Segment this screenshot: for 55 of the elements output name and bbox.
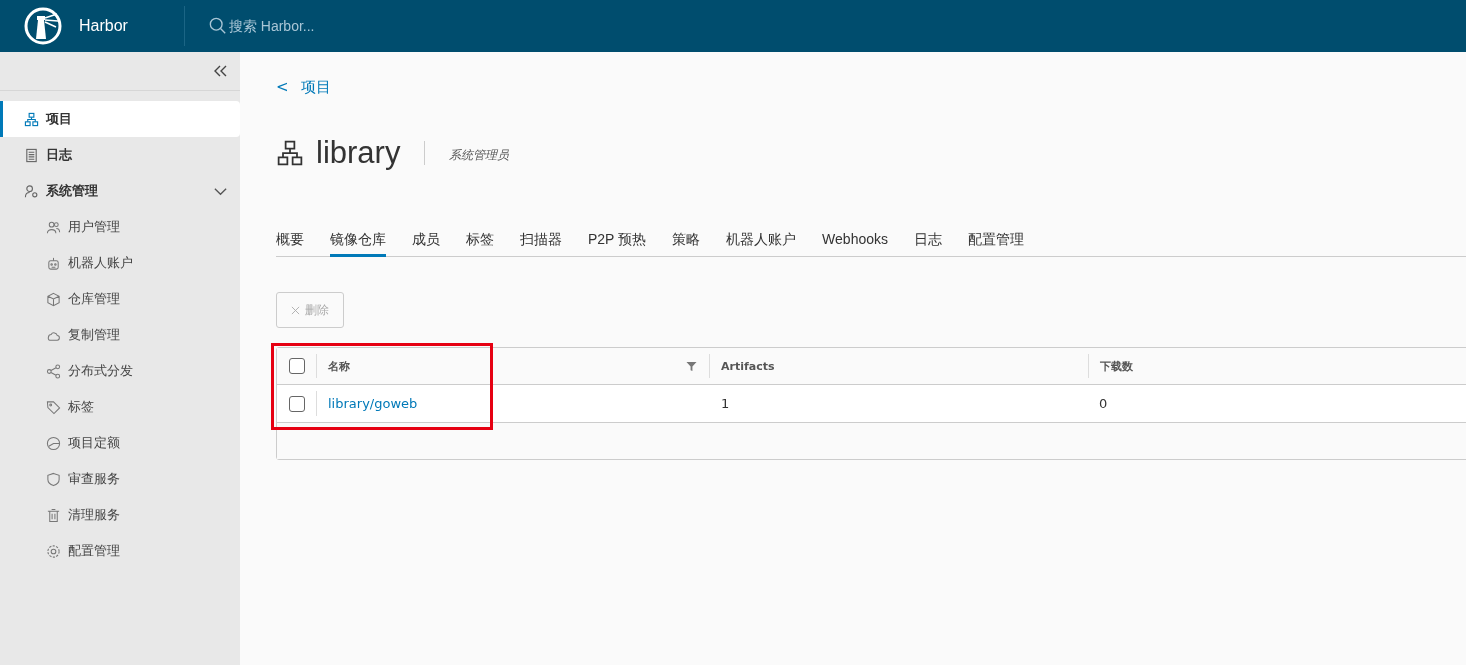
row-checkbox[interactable]	[288, 395, 305, 412]
sidebar-item[interactable]: 复制管理	[0, 317, 240, 353]
product-name[interactable]: Harbor	[79, 17, 128, 35]
back-link[interactable]: <	[276, 78, 289, 97]
cube-icon	[46, 291, 61, 307]
tab[interactable]: 概要	[276, 231, 304, 257]
tab[interactable]: 机器人账户	[726, 231, 797, 257]
tab[interactable]: 配置管理	[968, 231, 1024, 257]
document-icon	[24, 147, 39, 163]
project-title: library	[316, 135, 401, 171]
breadcrumb-link[interactable]: 项目	[300, 78, 331, 97]
column-header[interactable]: 名称	[328, 358, 350, 374]
filter-icon[interactable]	[686, 360, 697, 372]
robot-icon	[46, 255, 61, 271]
hierarchy-icon	[24, 111, 39, 127]
trash-icon	[46, 507, 61, 523]
sidebar-item[interactable]: 项目定额	[0, 425, 240, 461]
sidebar-item[interactable]: 用户管理	[0, 209, 240, 245]
column-header[interactable]: 下载数	[1100, 358, 1133, 374]
sidebar-item[interactable]: 日志	[0, 137, 240, 173]
share-icon	[46, 363, 61, 379]
tab[interactable]: 镜像仓库	[330, 231, 386, 257]
tab[interactable]: Webhooks	[822, 231, 888, 257]
users-icon	[46, 219, 61, 235]
tab[interactable]: P2P 预热	[588, 231, 647, 257]
table-cell: 0	[1099, 396, 1108, 411]
search-field[interactable]: 搜索 Harbor...	[226, 18, 429, 34]
sidebar-item[interactable]: 项目	[0, 101, 240, 137]
search-icon	[208, 17, 227, 35]
hierarchy-icon	[276, 139, 304, 167]
sidebar-item[interactable]: 审查服务	[0, 461, 240, 497]
sidebar-item[interactable]: 系统管理	[0, 173, 240, 209]
sidebar-item[interactable]: 标签	[0, 389, 240, 425]
repository-link[interactable]: library/goweb	[328, 396, 418, 411]
close-icon	[291, 305, 300, 315]
sidebar-item[interactable]: 分布式分发	[0, 353, 240, 389]
table-cell: 1	[721, 396, 730, 411]
sidebar-item[interactable]: 机器人账户	[0, 245, 240, 281]
tab[interactable]: 标签	[466, 231, 494, 257]
tab[interactable]: 策略	[672, 231, 701, 257]
role-label: 系统管理员	[449, 146, 510, 164]
sidebar-item[interactable]: 清理服务	[0, 497, 240, 533]
tag-icon	[46, 399, 61, 415]
select-all-checkbox[interactable]	[288, 358, 305, 374]
sidebar-item[interactable]: 配置管理	[0, 533, 240, 569]
gear-icon	[46, 543, 61, 559]
tab[interactable]: 扫描器	[520, 231, 562, 257]
sidebar-item[interactable]: 仓库管理	[0, 281, 240, 317]
lighthouse-logo-icon[interactable]	[23, 6, 63, 46]
tab[interactable]: 日志	[914, 231, 942, 257]
tab[interactable]: 成员	[412, 231, 440, 257]
column-header[interactable]: Artifacts	[721, 359, 775, 373]
shield-icon	[46, 471, 61, 487]
gauge-icon	[46, 435, 61, 451]
collapse-icon[interactable]	[212, 63, 228, 79]
